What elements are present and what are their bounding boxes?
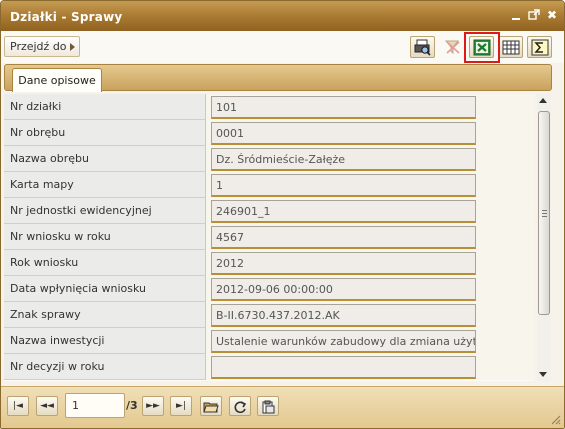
print-preview-button[interactable] — [410, 36, 435, 58]
field-value-cell: 4567 — [206, 224, 534, 250]
scroll-up-icon[interactable] — [539, 98, 547, 103]
page-total: /3 — [126, 399, 138, 412]
folder-open-icon — [203, 402, 219, 413]
refresh-button[interactable] — [229, 396, 251, 416]
popout-icon[interactable] — [527, 7, 541, 23]
field-row: Nr wniosku w roku 4567 — [4, 224, 534, 250]
scroll-thumb[interactable] — [538, 111, 550, 315]
tab-bar: Dane opisowe — [4, 64, 552, 92]
columns-button[interactable] — [498, 36, 523, 58]
grip-icon — [542, 210, 547, 217]
summary-button[interactable] — [527, 36, 552, 58]
field-value-cell: 0001 — [206, 120, 534, 146]
clear-filter-icon — [444, 40, 460, 55]
first-page-button[interactable]: |◄ — [7, 396, 29, 416]
last-page-button[interactable]: ►| — [170, 396, 192, 416]
field-value[interactable]: 4567 — [211, 226, 476, 249]
goto-button[interactable]: Przejdź do — [4, 36, 80, 57]
refresh-icon — [234, 401, 247, 414]
field-label: Nazwa inwestycji — [4, 328, 206, 354]
print-preview-icon — [414, 39, 431, 56]
clear-filter-button[interactable] — [440, 36, 465, 58]
field-label: Nr działki — [4, 94, 206, 120]
field-value-cell: Ustalenie warunków zabudowy dla zmiana u… — [206, 328, 534, 354]
field-value-cell — [206, 354, 534, 380]
field-value[interactable]: B-II.6730.437.2012.AK — [211, 304, 476, 327]
close-icon[interactable]: ✖ — [545, 7, 559, 23]
field-value-cell: 2012 — [206, 250, 534, 276]
field-label: Nr decyzji w roku — [4, 354, 206, 380]
field-row: Rok wniosku 2012 — [4, 250, 534, 276]
clipboard-icon — [262, 400, 275, 414]
field-value[interactable]: 0001 — [211, 122, 476, 145]
field-label: Nr jednostki ewidencyjnej — [4, 198, 206, 224]
sigma-icon — [531, 39, 549, 56]
tab-label: Dane opisowe — [18, 74, 96, 87]
field-value[interactable]: Dz. Śródmieście-Załęże — [211, 148, 476, 171]
copy-button[interactable] — [257, 396, 279, 416]
field-label: Nr obrębu — [4, 120, 206, 146]
field-label: Nazwa obrębu — [4, 146, 206, 172]
open-button[interactable] — [200, 396, 222, 416]
field-value-cell: B-II.6730.437.2012.AK — [206, 302, 534, 328]
field-row: Data wpłynięcia wniosku 2012-09-06 00:00… — [4, 276, 534, 302]
field-value-cell: 101 — [206, 94, 534, 120]
scroll-down-icon[interactable] — [539, 372, 547, 377]
field-label: Data wpłynięcia wniosku — [4, 276, 206, 302]
tab-dane-opisowe[interactable]: Dane opisowe — [12, 68, 102, 92]
field-value[interactable]: 2012-09-06 00:00:00 — [211, 278, 476, 301]
field-row: Karta mapy 1 — [4, 172, 534, 198]
previous-page-button[interactable]: ◄◄ — [36, 396, 58, 416]
field-value-cell: Dz. Śródmieście-Załęże — [206, 146, 534, 172]
minimize-icon[interactable] — [509, 7, 523, 23]
field-value[interactable] — [211, 356, 476, 379]
goto-button-label: Przejdź do — [10, 40, 67, 53]
resize-grip-icon[interactable] — [551, 415, 561, 425]
page-number-input[interactable] — [65, 393, 125, 418]
field-value[interactable]: 246901_1 — [211, 200, 476, 223]
excel-button-highlight — [464, 32, 500, 63]
field-row: Nazwa obrębu Dz. Śródmieście-Załęże — [4, 146, 534, 172]
field-value-cell: 1 — [206, 172, 534, 198]
field-value-cell: 2012-09-06 00:00:00 — [206, 276, 534, 302]
window-titlebar[interactable]: Działki - Sprawy ✖ — [1, 1, 564, 31]
field-value[interactable]: 1 — [211, 174, 476, 197]
dzialki-sprawy-window: Działki - Sprawy ✖ Przejdź do Dane opiso… — [0, 0, 565, 429]
field-label: Znak sprawy — [4, 302, 206, 328]
field-row: Nr obrębu 0001 — [4, 120, 534, 146]
columns-icon — [502, 40, 520, 55]
field-value[interactable]: Ustalenie warunków zabudowy dla zmiana u… — [211, 330, 476, 353]
field-value[interactable]: 101 — [211, 96, 476, 119]
field-row: Nr jednostki ewidencyjnej 246901_1 — [4, 198, 534, 224]
field-label: Nr wniosku w roku — [4, 224, 206, 250]
field-label: Rok wniosku — [4, 250, 206, 276]
property-grid: Nr działki 101 Nr obrębu 0001 Nazwa obrę… — [4, 94, 534, 381]
field-row: Nr decyzji w roku — [4, 354, 534, 380]
field-label: Karta mapy — [4, 172, 206, 198]
window-title: Działki - Sprawy — [10, 10, 123, 24]
field-row: Nazwa inwestycji Ustalenie warunków zabu… — [4, 328, 534, 354]
field-value-cell: 246901_1 — [206, 198, 534, 224]
field-row: Nr działki 101 — [4, 94, 534, 120]
paging-toolbar: |◄ ◄◄ /3 ►► ►| — [1, 386, 564, 428]
next-page-button[interactable]: ►► — [142, 396, 164, 416]
field-value[interactable]: 2012 — [211, 252, 476, 275]
vertical-scrollbar[interactable] — [537, 94, 551, 381]
goto-arrow-icon — [70, 43, 75, 51]
field-row: Znak sprawy B-II.6730.437.2012.AK — [4, 302, 534, 328]
